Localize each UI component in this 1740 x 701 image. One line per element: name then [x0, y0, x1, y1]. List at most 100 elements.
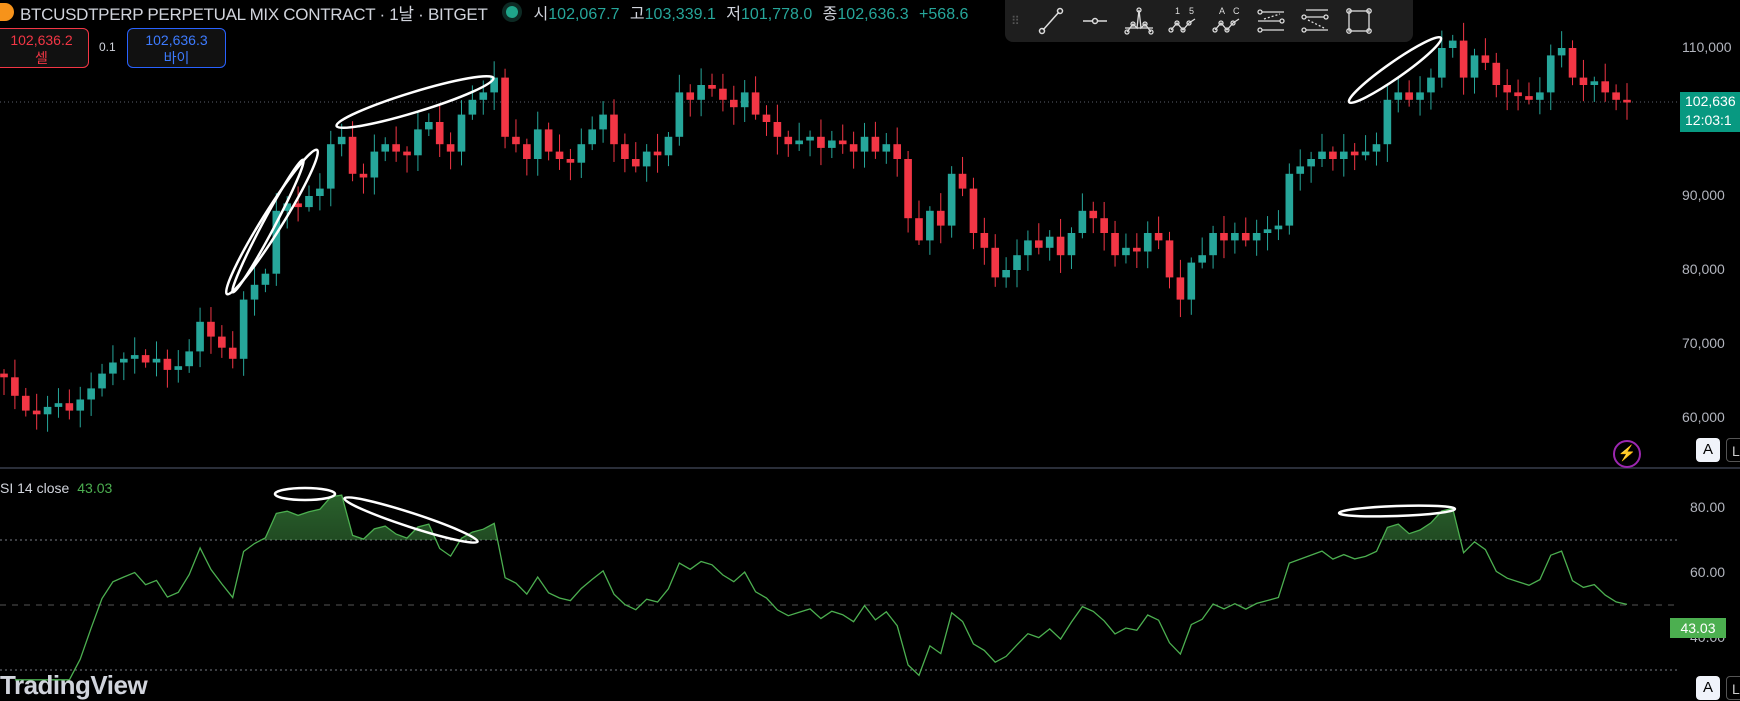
- candle-body: [719, 88, 727, 100]
- candle-body: [871, 136, 880, 152]
- drag-handle-icon[interactable]: ⠿: [1011, 14, 1027, 28]
- candle-body: [566, 159, 575, 163]
- candle-body: [1263, 229, 1272, 233]
- candle-body: [1165, 240, 1174, 278]
- candle-body: [326, 144, 335, 189]
- candle-body: [893, 144, 902, 159]
- rsi-tick: 60.00: [1690, 564, 1726, 580]
- candle-body: [512, 136, 520, 145]
- symbol-title[interactable]: BTCUSDTPERP PERPETUAL MIX CONTRACT · 1날 …: [20, 0, 488, 25]
- high-value: 103,339.1: [644, 6, 716, 23]
- candle-body: [555, 151, 564, 159]
- rsi-auto-scale-button[interactable]: A: [1696, 676, 1720, 700]
- candle-body: [1209, 233, 1217, 256]
- candle-body: [1034, 240, 1043, 248]
- candle-body: [795, 140, 803, 145]
- candle-body: [501, 77, 509, 137]
- auto-scale-button[interactable]: A: [1696, 438, 1720, 462]
- rsi-legend[interactable]: SI 14 close 43.03: [0, 480, 112, 496]
- candle-body: [806, 136, 814, 141]
- candle-body: [1350, 151, 1359, 156]
- candle-body: [457, 114, 466, 152]
- buy-label: 바이: [163, 50, 190, 66]
- candle-body: [523, 144, 531, 159]
- candle-body: [305, 196, 313, 208]
- candle-body: [664, 136, 673, 156]
- candle-body: [1231, 233, 1239, 241]
- candle-body: [1100, 218, 1108, 233]
- candle-body: [1470, 55, 1479, 78]
- candle-body: [610, 114, 618, 145]
- candle-body: [1536, 92, 1544, 100]
- bar-countdown: 12:03:1: [1685, 112, 1732, 128]
- open-value: 102,067.7: [548, 6, 620, 23]
- price-tick: 110,000: [1682, 39, 1732, 55]
- drawing-toolbar: ⠿ 15 AC: [1005, 0, 1413, 42]
- fib-extension-icon[interactable]: [1295, 3, 1335, 39]
- candle-body: [653, 151, 662, 156]
- candle-body: [1459, 40, 1468, 78]
- candle-body: [1372, 144, 1381, 152]
- bitcoin-logo-icon: [0, 3, 14, 21]
- buy-price: 102,636.3: [145, 32, 208, 48]
- candle-body: [1568, 48, 1577, 78]
- rsi-line: [14, 494, 1628, 681]
- candle-body: [1133, 247, 1141, 252]
- candle-body: [958, 173, 967, 189]
- candle-body: [163, 358, 172, 370]
- candle-body: [1143, 233, 1152, 252]
- candle-body: [1514, 92, 1522, 97]
- lightning-icon[interactable]: ⚡: [1613, 440, 1641, 468]
- rsi-log-scale-button[interactable]: L: [1726, 676, 1740, 700]
- candle-body: [947, 173, 956, 226]
- candle-body: [882, 144, 891, 152]
- candle-body: [1056, 236, 1065, 256]
- candle-body: [991, 247, 1000, 278]
- candle-body: [1318, 151, 1326, 159]
- candle-body: [1220, 233, 1228, 241]
- candle-body: [446, 144, 455, 152]
- candle-body: [0, 373, 8, 378]
- elliott-wave-icon[interactable]: 15: [1163, 3, 1203, 39]
- drawing-ellipse[interactable]: [218, 145, 325, 300]
- candle-body: [675, 92, 684, 137]
- candle-body: [1013, 255, 1021, 270]
- user-drawings[interactable]: [218, 31, 1457, 548]
- rsi-legend-value: 43.03: [77, 480, 113, 496]
- candle-body: [1089, 210, 1098, 219]
- candle-body: [1492, 62, 1501, 85]
- candle-body: [838, 140, 847, 145]
- candle-body: [1416, 92, 1424, 100]
- candle-body: [424, 122, 433, 130]
- candle-body: [468, 99, 477, 115]
- rectangle-icon[interactable]: [1339, 3, 1379, 39]
- xabcd-pattern-icon[interactable]: [1119, 3, 1159, 39]
- price-tick: 60,000: [1682, 409, 1725, 425]
- candle-body: [348, 136, 357, 174]
- candle-body: [1111, 233, 1119, 256]
- candle-body: [174, 366, 183, 370]
- fib-retracement-icon[interactable]: [1251, 3, 1291, 39]
- candle-body: [1241, 233, 1250, 241]
- close-label: 종: [822, 6, 838, 23]
- log-scale-button[interactable]: L: [1726, 438, 1740, 462]
- close-value: 102,636.3: [837, 6, 909, 23]
- market-status-icon[interactable]: [505, 6, 518, 18]
- abc-pattern-icon[interactable]: AC: [1207, 3, 1247, 39]
- candle-body: [228, 347, 237, 359]
- candle-body: [969, 188, 978, 233]
- candle-body: [740, 92, 749, 108]
- candle-body: [599, 114, 607, 130]
- candle-body: [1579, 77, 1588, 85]
- candle-body: [218, 336, 226, 348]
- candle-body: [98, 373, 106, 389]
- candle-body: [141, 355, 150, 363]
- chart-canvas[interactable]: [0, 0, 1740, 693]
- candle-body: [729, 99, 738, 108]
- ohlc-readout: 시102,067.7 고103,339.1 저101,778.0 종102,63…: [534, 0, 975, 24]
- drawing-ellipse[interactable]: [273, 486, 337, 502]
- sell-button[interactable]: 102,636.2 셀: [0, 28, 89, 68]
- horizontal-ray-icon[interactable]: [1075, 3, 1115, 39]
- trend-line-icon[interactable]: [1031, 3, 1071, 39]
- buy-button[interactable]: 102,636.3 바이: [127, 28, 226, 68]
